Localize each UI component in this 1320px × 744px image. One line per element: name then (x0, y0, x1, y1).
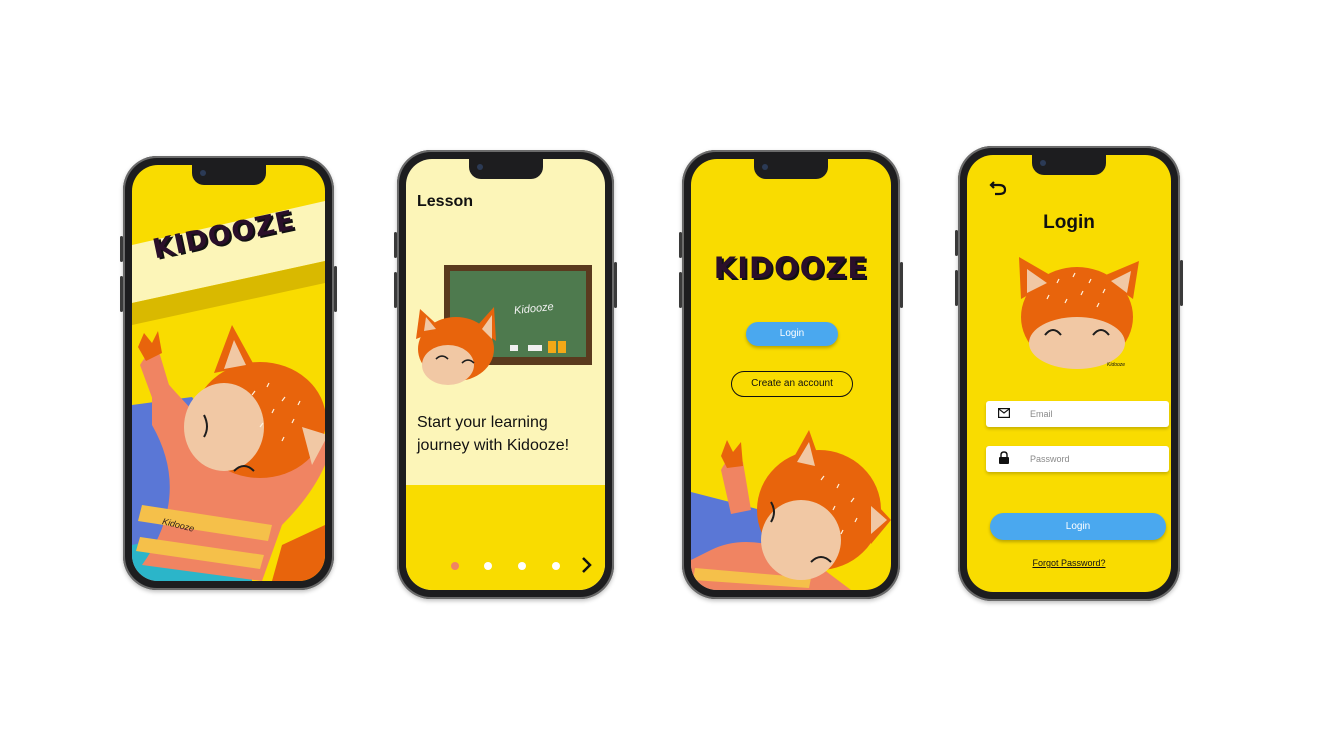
welcome-logo: KIDOOZE (713, 251, 869, 285)
notch (191, 165, 266, 185)
splash-screen: KIDOOZE Kidooze (132, 165, 325, 581)
create-account-button[interactable]: Create an account (731, 371, 853, 397)
lesson-screen: Lesson Kidooze Start your learning journ… (406, 159, 605, 590)
page-dot[interactable] (518, 562, 526, 570)
login-submit-button[interactable]: Login (990, 513, 1166, 540)
fox-face-illustration (1019, 257, 1139, 369)
notch (468, 159, 543, 179)
notch (754, 159, 828, 179)
page-dot-active[interactable] (451, 562, 459, 570)
welcome-illustration (691, 430, 891, 590)
fox-signature: Kidooze (1107, 362, 1126, 368)
password-placeholder: Password (1030, 454, 1070, 464)
email-placeholder: Email (1030, 409, 1053, 419)
forgot-password-link[interactable]: Forgot Password? (967, 558, 1171, 568)
undo-arrow-icon[interactable] (989, 178, 1007, 196)
email-field[interactable]: Email (986, 401, 1169, 427)
login-screen: Login Kidooze Email Password Login Forgo… (967, 155, 1171, 592)
lesson-title: Lesson (417, 193, 474, 210)
phone-welcome: KIDOOZE Login Create an account (679, 150, 903, 599)
mail-icon (998, 408, 1010, 418)
password-field[interactable]: Password (986, 446, 1169, 472)
chevron-right-icon[interactable] (580, 556, 594, 574)
notch (1032, 155, 1106, 175)
phone-lesson: Lesson Kidooze Start your learning journ… (394, 150, 617, 599)
lesson-headline: Start your learning journey with Kidooze… (417, 414, 570, 454)
phone-login: Login Kidooze Email Password Login Forgo… (955, 146, 1183, 601)
page-dot[interactable] (552, 562, 560, 570)
chalkboard-illustration (416, 265, 592, 385)
welcome-screen: KIDOOZE Login Create an account (691, 159, 891, 590)
login-title: Login (1043, 212, 1095, 233)
login-button[interactable]: Login (746, 322, 838, 346)
page-dot[interactable] (484, 562, 492, 570)
phone-splash: KIDOOZE Kidooze (120, 156, 337, 590)
lock-icon (998, 451, 1010, 465)
lesson-footer (406, 485, 605, 590)
